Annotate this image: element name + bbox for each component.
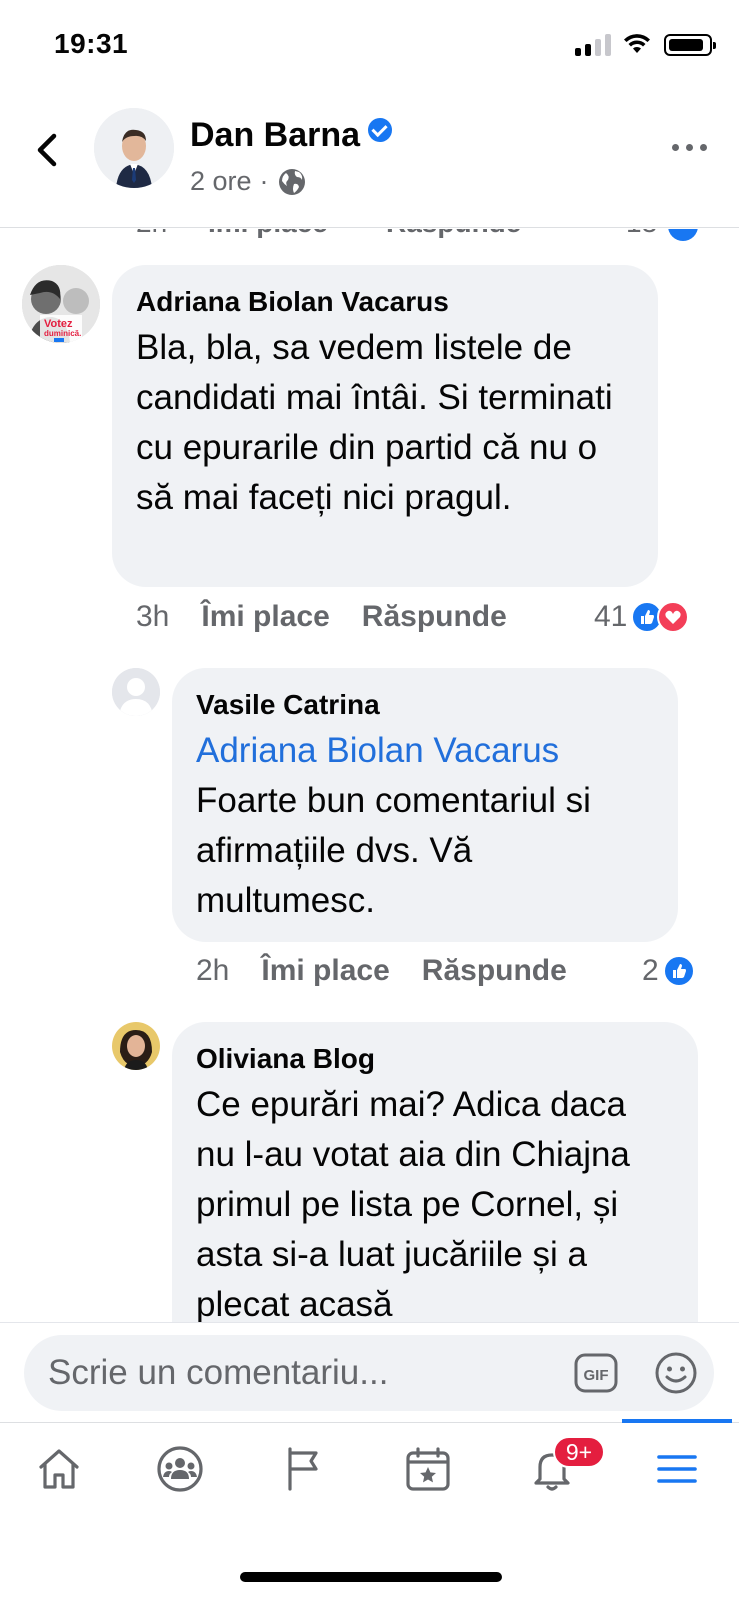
gif-label: GIF [584,1367,609,1384]
comment-text: Bla, bla, sa vedem listele de candidati … [136,328,613,517]
gif-button[interactable]: GIF [574,1353,618,1393]
reaction-count[interactable]: 13 [626,229,657,239]
post-meta: 2 ore · [190,166,307,197]
flag-icon [288,1447,318,1491]
wifi-icon [624,34,650,53]
comment-composer: GIF [0,1322,739,1422]
verified-badge-icon [368,118,393,142]
like-comment-button[interactable]: Îmi place [208,229,328,239]
comment-input[interactable] [48,1351,548,1395]
post-time[interactable]: 2 ore [190,166,252,197]
author-avatar[interactable] [94,108,174,188]
status-bar: 19:31 [0,0,739,90]
like-comment-button[interactable]: Îmi place [261,954,389,988]
tab-groups[interactable] [125,1423,235,1515]
more-options-button[interactable] [672,140,712,154]
love-reaction-icon [657,601,690,633]
reaction-count: 2 [642,954,659,987]
reply-comment-button[interactable]: Răspunde [362,600,507,634]
comment-time: 3h [136,600,170,633]
reply-comment-button[interactable]: Răspunde [422,954,567,988]
commenter-avatar[interactable]: Votez duminică. [22,265,100,343]
notifications-badge: 9+ [553,1436,605,1468]
comment-reactions[interactable]: 41 [594,600,690,634]
tab-events[interactable] [373,1423,483,1515]
previous-comment-actions: 2h Îmi place Răspunde 13 [0,229,739,245]
reply-comment-button[interactable]: Răspunde [386,229,521,239]
comment-actions: 2h Îmi place Răspunde [196,954,567,988]
comment-actions: 3h Îmi place Răspunde [136,600,507,634]
like-comment-button[interactable]: Îmi place [201,600,329,634]
tab-menu[interactable] [622,1423,732,1515]
comment-time: 2h [136,229,167,239]
calendar-star-icon [406,1447,450,1491]
comment-input-container[interactable]: GIF [24,1335,714,1411]
comment-reactions[interactable]: 2 [642,954,695,988]
bottom-tab-bar: 9+ [0,1419,739,1515]
emoji-icon[interactable] [654,1351,698,1395]
comment-text: Foarte bun comentariul si afirmațiile dv… [196,781,591,920]
comment-author[interactable]: Oliviana Blog [196,1042,674,1076]
post-author-name[interactable]: Dan Barna [190,116,393,155]
cellular-signal-icon [575,34,613,56]
globe-icon [278,168,305,195]
post-header: Dan Barna 2 ore · [0,98,739,228]
home-indicator[interactable] [240,1572,502,1582]
tab-pages[interactable] [249,1423,359,1515]
reaction-count: 41 [594,600,628,633]
status-time: 19:31 [54,28,129,59]
avatar-overlay-text: duminică. [44,329,81,338]
comment-text: Ce epurări mai? Adica daca nu l-au votat… [196,1085,630,1324]
commenter-avatar[interactable] [112,1022,160,1070]
back-button[interactable] [30,128,66,172]
comment-bubble[interactable]: Vasile Catrina Adriana Biolan Vacarus Fo… [172,668,678,942]
home-icon [39,1449,79,1489]
groups-icon [157,1446,203,1492]
like-reaction-icon [662,955,695,987]
comment-author[interactable]: Vasile Catrina [196,688,654,722]
commenter-avatar-placeholder[interactable] [112,668,160,716]
comment-bubble[interactable]: Adriana Biolan Vacarus Bla, bla, sa vede… [112,265,658,587]
comment-time: 2h [196,954,230,987]
comment-author[interactable]: Adriana Biolan Vacarus [136,285,634,319]
battery-icon [664,34,716,56]
comment-mention-link[interactable]: Adriana Biolan Vacarus [196,726,654,776]
tab-home[interactable] [4,1423,114,1515]
like-reaction-icon [668,229,698,241]
menu-icon [657,1455,697,1483]
meta-separator: · [259,166,269,196]
